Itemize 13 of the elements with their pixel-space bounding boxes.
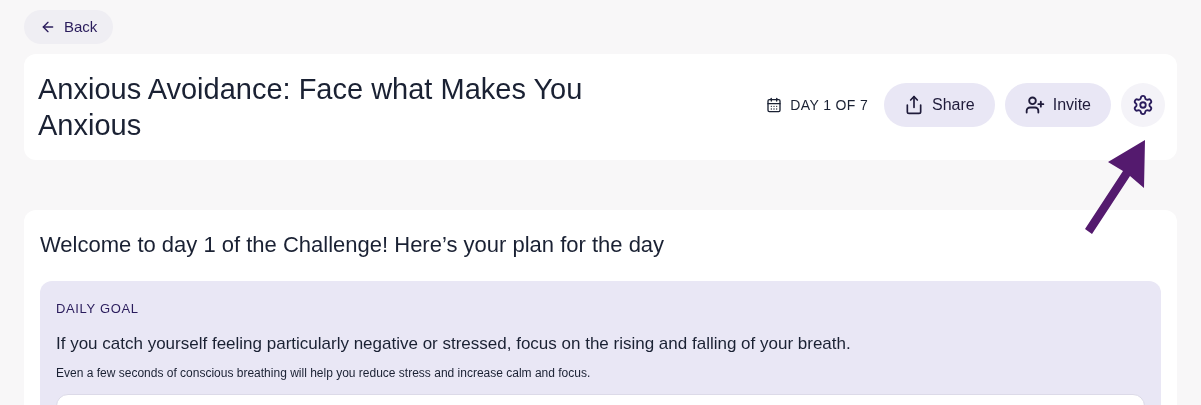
settings-button[interactable] (1121, 83, 1165, 127)
invite-button[interactable]: Invite (1004, 83, 1111, 127)
plan-heading: Welcome to day 1 of the Challenge! Here’s your plan for the day (40, 231, 666, 259)
daily-goal-label: DAILY GOAL (56, 300, 140, 318)
daily-goal-note: Even a few seconds of conscious breathing will help you reduce stress and increase calm and focus. (56, 365, 592, 382)
back-button[interactable]: Back (24, 10, 114, 44)
share-button[interactable]: Share (884, 83, 995, 127)
calendar-icon (766, 97, 783, 113)
challenge-title: Anxious Avoidance: Face what Makes You Anxious (38, 72, 584, 143)
upload-icon (904, 95, 925, 115)
add-person-icon (1024, 95, 1045, 115)
settings-icon (1132, 94, 1154, 116)
daily-goal-text: If you catch yourself feeling particularly negative or stressed, focus on the rising and falling of your breath. (56, 332, 852, 355)
